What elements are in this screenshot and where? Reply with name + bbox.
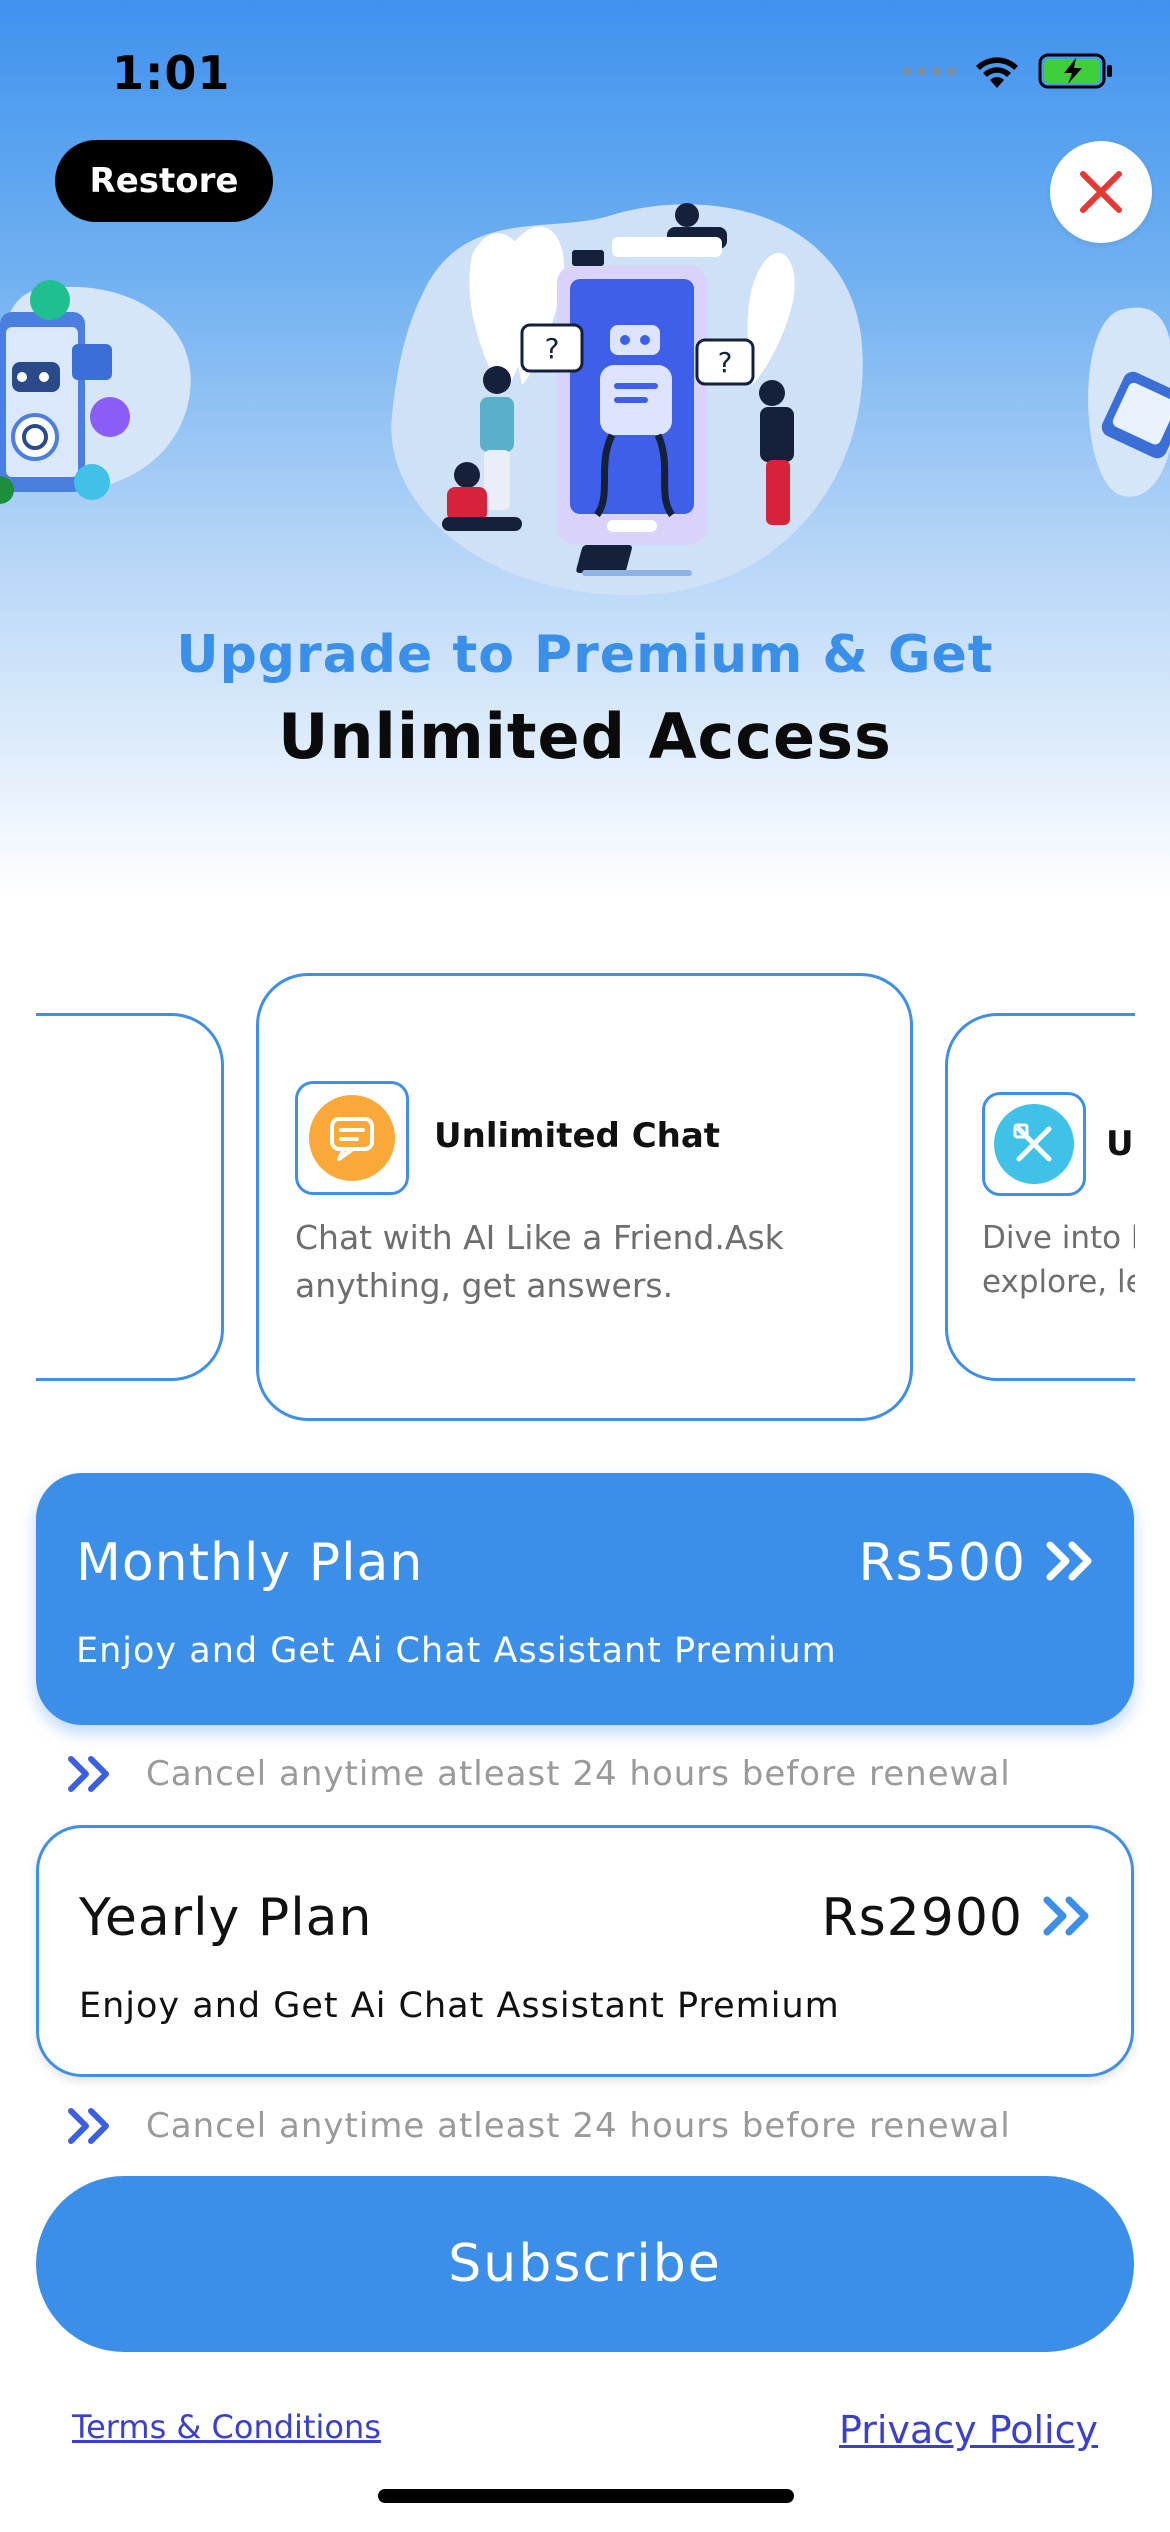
close-button[interactable] xyxy=(1050,141,1152,243)
double-chevron-icon xyxy=(1043,1896,1089,1936)
home-indicator xyxy=(378,2489,794,2503)
double-chevron-icon xyxy=(68,2108,109,2144)
yearly-plan-option[interactable]: Yearly Plan Rs2900 Enjoy and Get Ai Chat… xyxy=(36,1825,1134,2077)
plan-price: Rs500 xyxy=(858,1533,1026,1593)
svg-text:?: ? xyxy=(545,332,560,365)
double-chevron-icon xyxy=(68,1756,109,1792)
plan-description: Enjoy and Get Ai Chat Assistant Premium xyxy=(79,1986,840,2026)
feature-title: Un xyxy=(1106,1124,1135,1164)
wifi-icon xyxy=(976,57,1018,88)
feature-card-unlimited-chat[interactable]: Unlimited Chat Chat with AI Like a Frien… xyxy=(256,973,913,1421)
subscribe-button[interactable]: Subscribe xyxy=(36,2176,1134,2352)
feature-description: Chat with AI Like a Friend.Ask anything,… xyxy=(295,1218,784,1305)
feature-card-previous[interactable] xyxy=(36,1013,224,1381)
renewal-note: Cancel anytime atleast 24 hours before r… xyxy=(146,1754,1011,1794)
feature-title: Unlimited Chat xyxy=(434,1116,721,1156)
battery-charging-icon xyxy=(1038,53,1112,89)
plan-description: Enjoy and Get Ai Chat Assistant Premium xyxy=(76,1631,837,1671)
monthly-plan-option[interactable]: Monthly Plan Rs500 Enjoy and Get Ai Chat… xyxy=(36,1473,1134,1725)
premium-subtitle: Upgrade to Premium & Get xyxy=(176,625,994,685)
hero-illustration: ? ? xyxy=(391,203,863,595)
side-illustration-left xyxy=(0,280,191,504)
privacy-policy-link[interactable]: Privacy Policy xyxy=(839,2408,1098,2452)
plan-name: Yearly Plan xyxy=(79,1888,373,1948)
renewal-note: Cancel anytime atleast 24 hours before r… xyxy=(146,2106,1011,2146)
close-icon xyxy=(1080,171,1122,213)
monthly-plan-note: Cancel anytime atleast 24 hours before r… xyxy=(66,1754,1011,1794)
feature-icon-frame xyxy=(295,1081,409,1195)
plan-name: Monthly Plan xyxy=(76,1533,424,1593)
restore-button[interactable]: Restore xyxy=(55,140,273,222)
yearly-plan-note: Cancel anytime atleast 24 hours before r… xyxy=(66,2106,1011,2146)
double-chevron-icon xyxy=(1046,1541,1092,1581)
signal-icon xyxy=(902,66,956,76)
chat-bubble-icon xyxy=(309,1095,395,1181)
side-illustration-right xyxy=(1088,307,1170,497)
feature-description: Dive into k explore, le xyxy=(982,1220,1135,1300)
premium-title: Unlimited Access xyxy=(278,700,892,773)
svg-text:?: ? xyxy=(718,346,733,379)
feature-icon-frame xyxy=(982,1092,1086,1196)
feature-card-next[interactable]: Un Dive into k explore, le xyxy=(945,1013,1135,1381)
terms-link[interactable]: Terms & Conditions xyxy=(72,2408,381,2446)
status-icons xyxy=(902,52,1114,90)
status-time: 1:01 xyxy=(112,46,231,100)
plan-price: Rs2900 xyxy=(821,1888,1023,1948)
pencil-ruler-icon xyxy=(994,1104,1074,1184)
